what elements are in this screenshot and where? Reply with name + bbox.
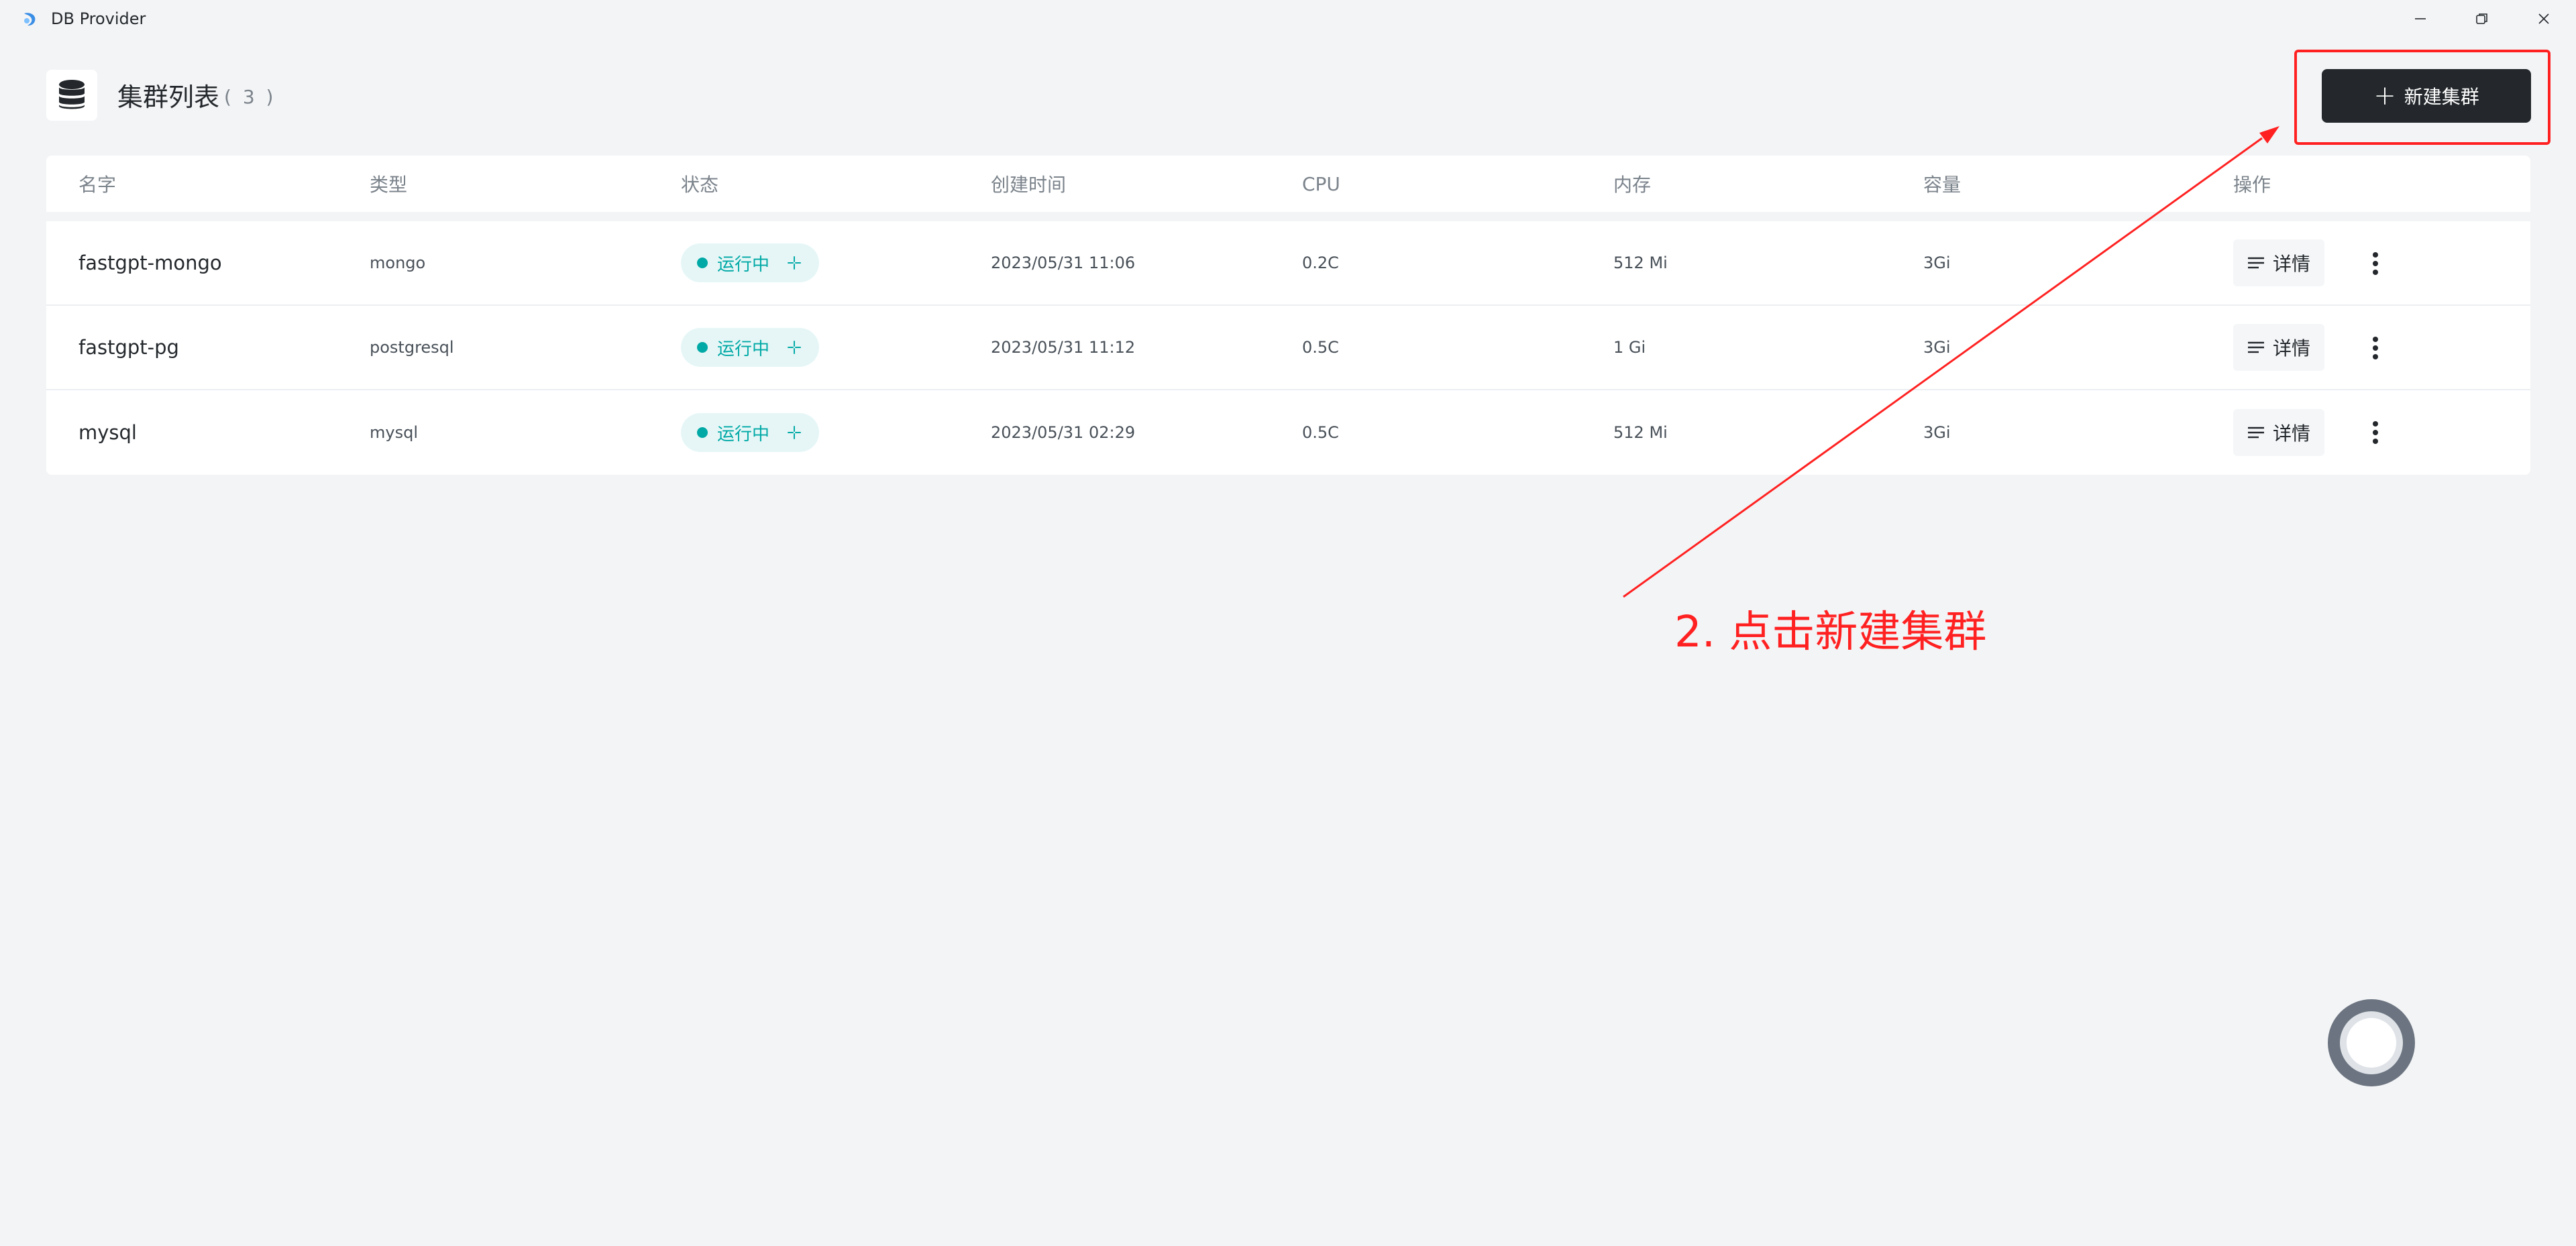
- annotation-arrow: [1623, 126, 2279, 598]
- floating-assistant-button[interactable]: [2328, 999, 2415, 1086]
- floating-button-center: [2347, 1018, 2396, 1068]
- annotation-text: 2. 点击新建集群: [1674, 608, 1987, 657]
